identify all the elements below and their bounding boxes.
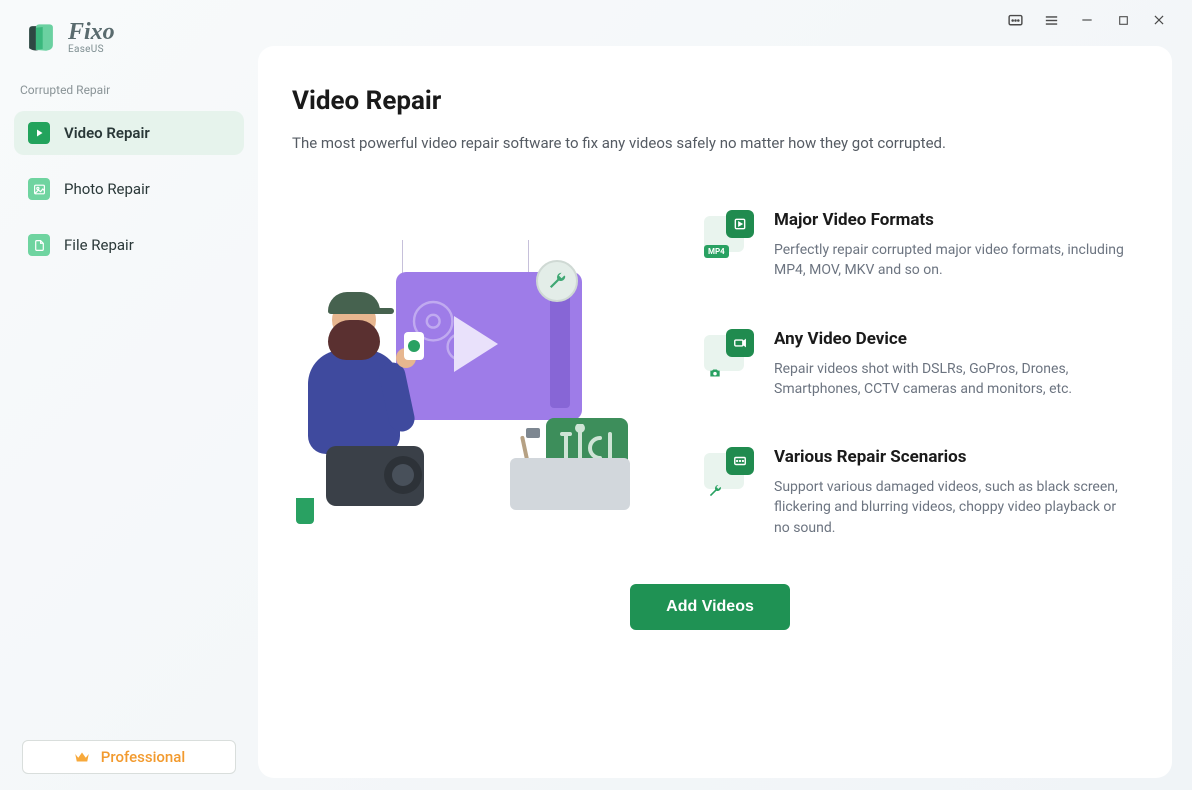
feature-scenarios-icon xyxy=(704,447,754,495)
feature-device-icon xyxy=(704,329,754,377)
sidebar-item-label: Video Repair xyxy=(64,124,150,142)
file-icon xyxy=(28,234,50,256)
wrench-icon xyxy=(706,483,724,499)
illus-wrench-icon xyxy=(536,260,578,302)
video-play-icon xyxy=(28,122,50,144)
camera-icon xyxy=(706,365,724,381)
main-panel: Video Repair The most powerful video rep… xyxy=(258,46,1172,778)
illus-toolbox xyxy=(510,418,630,510)
page-subtitle: The most powerful video repair software … xyxy=(292,134,1128,152)
app-name: Fixo xyxy=(68,20,115,44)
sidebar-item-label: File Repair xyxy=(64,236,134,254)
minimize-button[interactable] xyxy=(1078,11,1096,29)
feature-any-device: Any Video Device Repair videos shot with… xyxy=(704,329,1128,400)
sidebar: Fixo EaseUS Corrupted Repair Video Repai… xyxy=(0,0,258,790)
professional-button[interactable]: Professional xyxy=(22,740,236,774)
photo-icon xyxy=(28,178,50,200)
logo-icon xyxy=(24,21,58,55)
illus-person xyxy=(292,288,432,520)
feature-major-formats: MP4 Major Video Formats Perfectly repair… xyxy=(704,210,1128,281)
close-button[interactable] xyxy=(1150,11,1168,29)
app-vendor: EaseUS xyxy=(68,44,115,55)
window-titlebar xyxy=(1006,0,1192,40)
feature-title: Major Video Formats xyxy=(774,210,1128,230)
mp4-badge: MP4 xyxy=(704,245,729,258)
page-title: Video Repair xyxy=(292,86,1128,116)
feature-formats-icon: MP4 xyxy=(704,210,754,258)
sidebar-item-photo-repair[interactable]: Photo Repair xyxy=(14,167,244,211)
menu-icon[interactable] xyxy=(1042,11,1060,29)
sidebar-item-video-repair[interactable]: Video Repair xyxy=(14,111,244,155)
feature-scenarios: Various Repair Scenarios Support various… xyxy=(704,447,1128,538)
sidebar-item-file-repair[interactable]: File Repair xyxy=(14,223,244,267)
crown-icon xyxy=(73,748,91,766)
app-logo: Fixo EaseUS xyxy=(14,20,244,55)
add-videos-button[interactable]: Add Videos xyxy=(630,584,790,630)
maximize-button[interactable] xyxy=(1114,11,1132,29)
feature-desc: Support various damaged videos, such as … xyxy=(774,477,1128,538)
feature-title: Various Repair Scenarios xyxy=(774,447,1128,467)
content-row: MP4 Major Video Formats Perfectly repair… xyxy=(292,210,1128,540)
feature-desc: Repair videos shot with DSLRs, GoPros, D… xyxy=(774,359,1128,400)
professional-label: Professional xyxy=(101,748,185,766)
sidebar-item-label: Photo Repair xyxy=(64,180,150,198)
hero-illustration xyxy=(292,240,660,540)
feature-desc: Perfectly repair corrupted major video f… xyxy=(774,240,1128,281)
illus-play-icon xyxy=(454,316,498,372)
feedback-icon[interactable] xyxy=(1006,11,1024,29)
feature-list: MP4 Major Video Formats Perfectly repair… xyxy=(704,210,1128,540)
feature-title: Any Video Device xyxy=(774,329,1128,349)
sidebar-section-label: Corrupted Repair xyxy=(14,83,244,97)
